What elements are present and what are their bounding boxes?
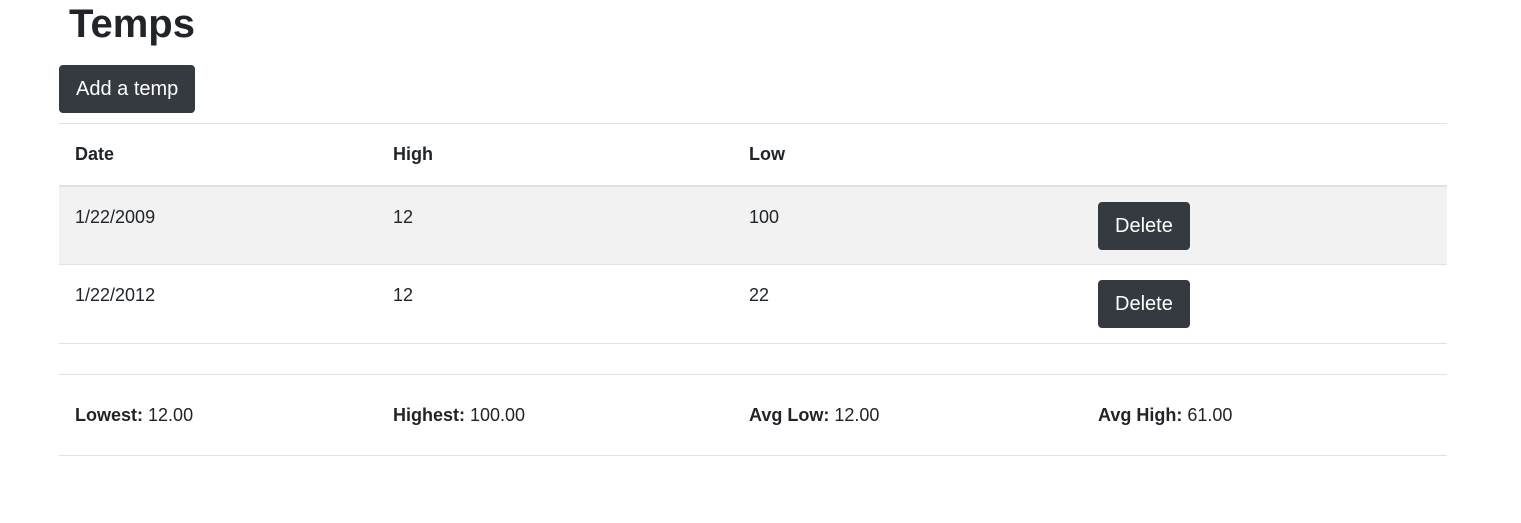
cell-actions: Delete: [1082, 264, 1447, 344]
cell-date: 1/22/2009: [59, 185, 377, 265]
summary-avg-high-value: 61.00: [1187, 404, 1233, 425]
delete-button[interactable]: Delete: [1098, 201, 1190, 250]
cell-date: 1/22/2012: [59, 264, 377, 344]
summary-avg-low-value: 12.00: [834, 404, 880, 425]
add-temp-button[interactable]: Add a temp: [59, 65, 196, 113]
column-header-low: Low: [733, 123, 1082, 187]
summary-lowest: Lowest: 12.00: [59, 374, 377, 456]
cell-high: 12: [377, 185, 733, 265]
page-title: Temps: [69, 2, 195, 46]
table-header: Date High Low: [59, 123, 1447, 187]
temps-table: Date High Low 1/22/2009 12 100 Delete 1/…: [59, 123, 1447, 344]
summary-row: Lowest: 12.00 Highest: 100.00 Avg Low: 1…: [59, 374, 1447, 456]
table-row: 1/22/2009 12 100 Delete: [59, 185, 1447, 265]
column-header-actions: [1082, 123, 1447, 187]
summary-highest-label: Highest:: [393, 404, 465, 425]
summary-table: Lowest: 12.00 Highest: 100.00 Avg Low: 1…: [59, 374, 1447, 456]
cell-actions: Delete: [1082, 185, 1447, 265]
table-body: 1/22/2009 12 100 Delete 1/22/2012 12 22 …: [59, 185, 1447, 344]
cell-low: 22: [733, 264, 1082, 344]
summary-lowest-label: Lowest:: [75, 404, 144, 425]
summary-avg-low-label: Avg Low:: [749, 404, 830, 425]
summary-avg-low: Avg Low: 12.00: [733, 374, 1082, 456]
table-row: 1/22/2012 12 22 Delete: [59, 264, 1447, 344]
column-header-high: High: [377, 123, 733, 187]
summary-highest: Highest: 100.00: [377, 374, 733, 456]
header-row: Date High Low: [59, 123, 1447, 187]
summary-highest-value: 100.00: [470, 404, 526, 425]
delete-button[interactable]: Delete: [1098, 280, 1190, 328]
cell-low: 100: [733, 185, 1082, 265]
page-container: Temps Add a temp Date High Low 1/22/2009…: [59, 0, 1447, 456]
summary-avg-high: Avg High: 61.00: [1082, 374, 1447, 456]
summary-avg-high-label: Avg High:: [1098, 404, 1183, 425]
column-header-date: Date: [59, 123, 377, 187]
cell-high: 12: [377, 264, 733, 344]
summary-lowest-value: 12.00: [148, 404, 194, 425]
